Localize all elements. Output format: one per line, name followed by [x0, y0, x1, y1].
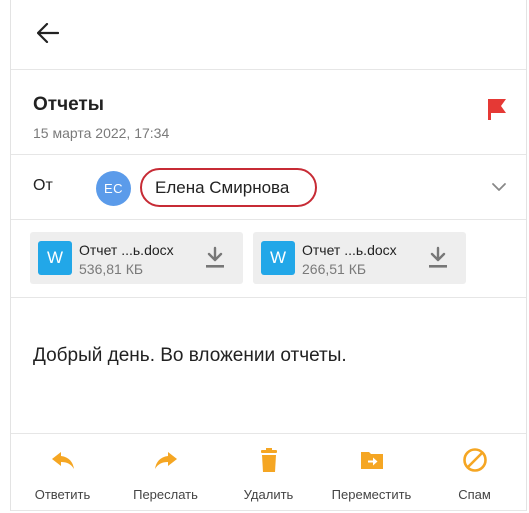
top-bar: [11, 0, 526, 70]
move-folder-icon: [360, 452, 383, 469]
attachment-size: 266,51 КБ: [302, 261, 367, 277]
download-button[interactable]: [427, 246, 449, 270]
reply-icon: [51, 452, 74, 469]
flag-button[interactable]: [485, 97, 509, 121]
spam-label: Спам: [458, 487, 491, 502]
action-toolbar: Ответить Переслать Удалить Переместить С…: [11, 433, 526, 511]
attachment-name: Отчет ...ь.docx: [79, 242, 174, 258]
forward-label: Переслать: [133, 487, 198, 502]
download-button[interactable]: [204, 246, 226, 270]
reply-button[interactable]: Ответить: [11, 434, 114, 510]
word-document-icon: W: [261, 241, 295, 275]
forward-button[interactable]: Переслать: [114, 434, 217, 510]
back-button[interactable]: [35, 20, 61, 46]
sender-name[interactable]: Елена Смирнова: [140, 168, 317, 207]
avatar[interactable]: EC: [96, 171, 131, 206]
message-body: Добрый день. Во вложении отчеты.: [33, 345, 347, 366]
attachment-item[interactable]: W Отчет ...ь.docx 266,51 КБ: [253, 232, 466, 284]
expand-recipients-button[interactable]: [490, 178, 508, 196]
spam-icon: [462, 448, 487, 472]
move-label: Переместить: [331, 487, 412, 502]
spam-button[interactable]: Спам: [423, 434, 526, 510]
arrow-left-icon: [37, 23, 59, 43]
from-label: От: [33, 177, 53, 194]
attachments-list: W Отчет ...ь.docx 536,81 КБ W Отчет ...ь…: [11, 220, 526, 298]
word-document-icon: W: [38, 241, 72, 275]
forward-icon: [154, 452, 177, 469]
message-subject: Отчеты: [33, 94, 104, 115]
delete-label: Удалить: [243, 487, 294, 502]
trash-icon: [260, 448, 277, 472]
download-icon: [206, 246, 224, 268]
attachment-name: Отчет ...ь.docx: [302, 242, 397, 258]
attachment-item[interactable]: W Отчет ...ь.docx 536,81 КБ: [30, 232, 243, 284]
download-icon: [429, 246, 447, 268]
email-view-screen: Отчеты 15 марта 2022, 17:34 От EC Елена …: [0, 0, 529, 513]
sender-row: От EC Елена Смирнова: [11, 155, 526, 220]
message-header: Отчеты 15 марта 2022, 17:34: [11, 70, 526, 155]
chevron-down-icon: [492, 183, 506, 191]
attachment-size: 536,81 КБ: [79, 261, 144, 277]
move-button[interactable]: Переместить: [320, 434, 423, 510]
reply-label: Ответить: [34, 487, 91, 502]
delete-button[interactable]: Удалить: [217, 434, 320, 510]
flag-icon: [488, 99, 506, 120]
message-date: 15 марта 2022, 17:34: [33, 125, 170, 141]
